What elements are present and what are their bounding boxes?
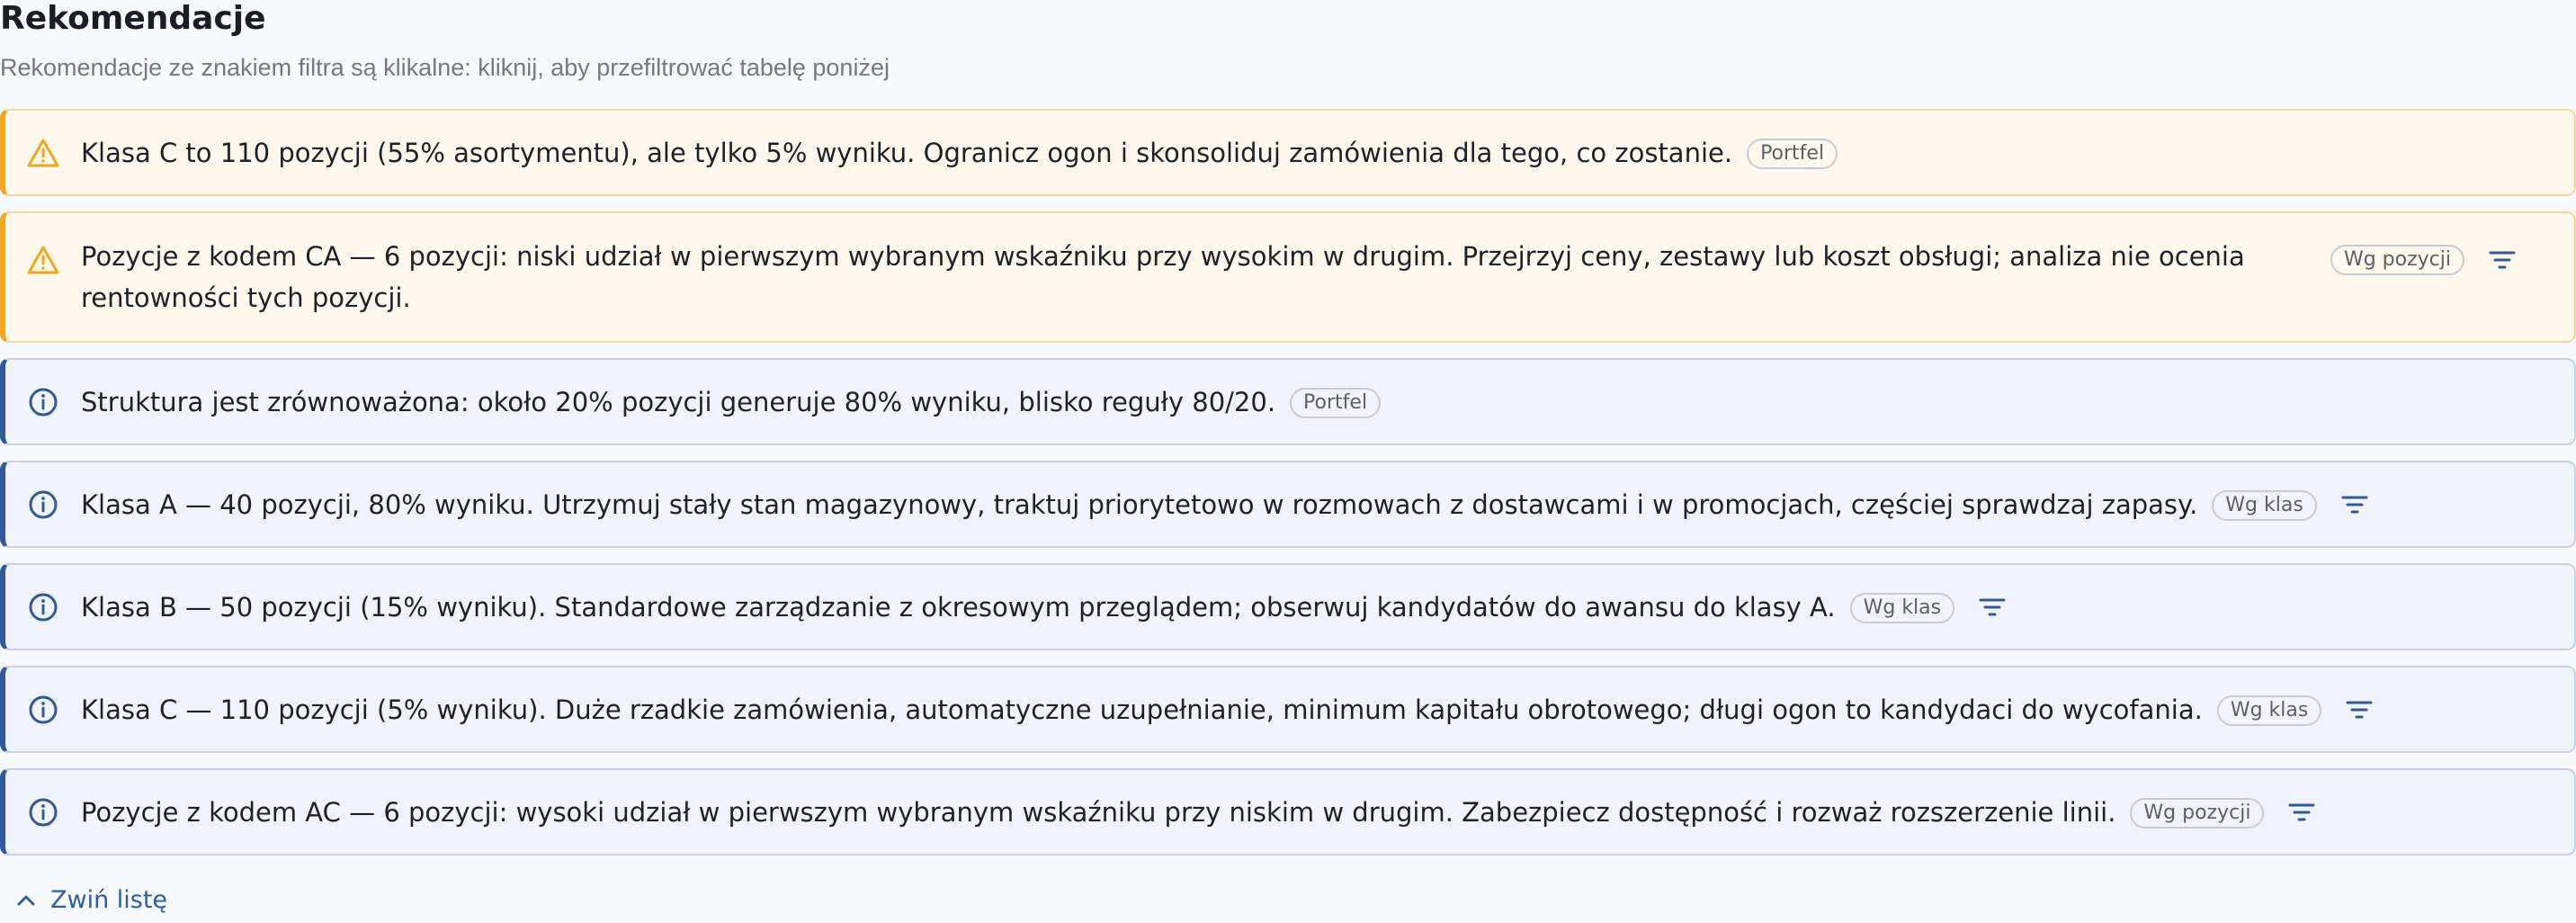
recommendation-card[interactable]: Klasa A — 40 pozycji, 80% wyniku. Utrzym… [0, 461, 2576, 548]
collapse-list-label: Zwiń listę [50, 886, 168, 914]
filter-icon[interactable] [2337, 490, 2373, 519]
chevron-up-icon [17, 895, 35, 906]
recommendation-card[interactable]: Pozycje z kodem CA — 6 pozycji: niski ud… [0, 211, 2576, 343]
scope-tag: Wg klas [2216, 694, 2322, 726]
scope-tag: Wg klas [1849, 592, 1955, 623]
page-subtitle: Rekomendacje ze znakiem filtra są klikal… [0, 54, 890, 81]
recommendation-text: Klasa A — 40 pozycji, 80% wyniku. Utrzym… [81, 488, 2198, 520]
recommendation-text: Klasa C — 110 pozycji (5% wyniku). Duże … [81, 694, 2203, 725]
info-circle-icon [5, 692, 81, 728]
recommendation-card: Klasa C to 110 pozycji (55% asortymentu)… [0, 109, 2576, 196]
scope-tag: Wg pozycji [2130, 797, 2265, 829]
filter-icon[interactable] [2484, 246, 2520, 274]
filter-icon[interactable] [2341, 695, 2377, 724]
scope-tag: Portfel [1747, 138, 1838, 169]
recommendation-card: Struktura jest zrównoważona: około 20% p… [0, 358, 2576, 445]
recommendation-text: Pozycje z kodem AC — 6 pozycji: wysoki u… [81, 796, 2116, 828]
scope-tag: Portfel [1290, 387, 1382, 418]
recommendation-text: Struktura jest zrównoważona: około 20% p… [81, 386, 1276, 417]
info-circle-icon [5, 589, 81, 625]
recommendations-panel: Rekomendacje Rekomendacje ze znakiem fil… [0, 0, 2576, 923]
info-circle-icon [5, 487, 81, 523]
page-title: Rekomendacje [0, 0, 266, 37]
recommendations-list: Klasa C to 110 pozycji (55% asortymentu)… [0, 109, 2576, 871]
warning-triangle-icon [5, 135, 81, 171]
filter-icon[interactable] [2284, 798, 2320, 827]
recommendation-card[interactable]: Klasa C — 110 pozycji (5% wyniku). Duże … [0, 666, 2576, 753]
recommendation-text: Klasa C to 110 pozycji (55% asortymentu)… [81, 137, 1733, 168]
info-circle-icon [5, 794, 81, 830]
collapse-list-button[interactable]: Zwiń listę [16, 884, 167, 917]
filter-icon[interactable] [1974, 593, 2010, 622]
info-circle-icon [5, 384, 81, 420]
recommendation-card[interactable]: Pozycje z kodem AC — 6 pozycji: wysoki u… [0, 768, 2576, 856]
scope-tag: Wg klas [2212, 489, 2317, 521]
recommendation-card[interactable]: Klasa B — 50 pozycji (15% wyniku). Stand… [0, 563, 2576, 650]
recommendation-text: Klasa B — 50 pozycji (15% wyniku). Stand… [81, 591, 1836, 623]
recommendation-text: Pozycje z kodem CA — 6 pozycji: niski ud… [81, 241, 2245, 313]
scope-tag: Wg pozycji [2330, 245, 2464, 275]
warning-triangle-icon [5, 242, 81, 278]
